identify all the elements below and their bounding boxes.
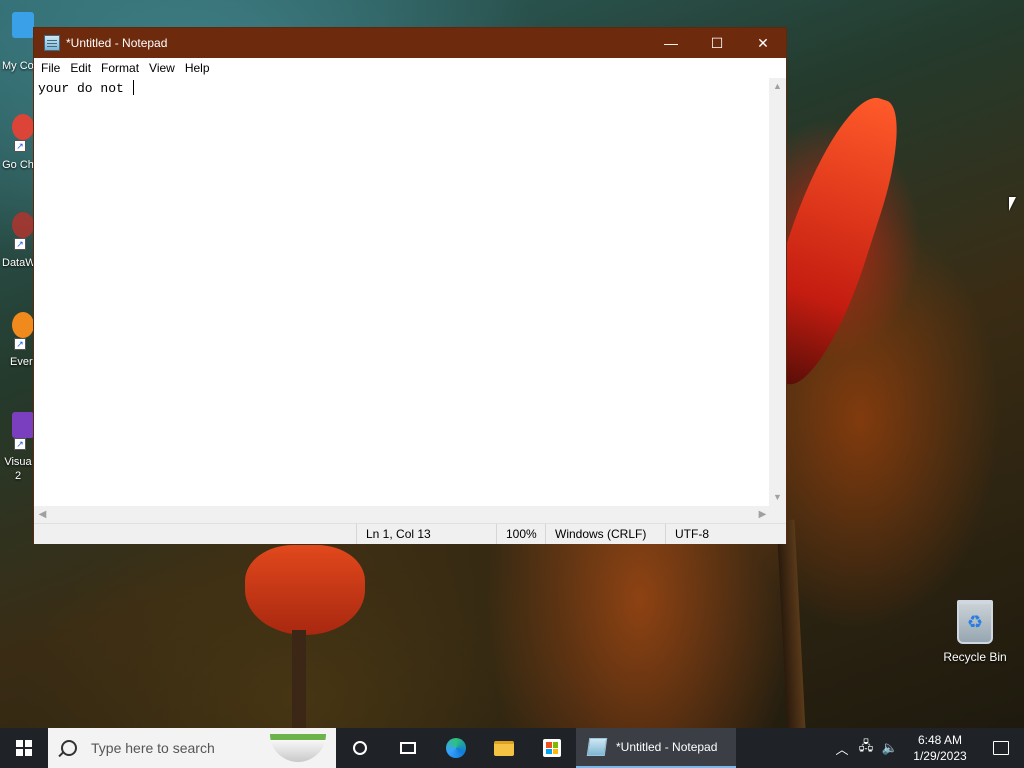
wallpaper-stem: [292, 630, 306, 728]
desktop-icon-label: Recycle Bin: [943, 650, 1007, 664]
taskbar-edge[interactable]: [432, 728, 480, 768]
desktop-icon-label: Go Ch: [2, 159, 34, 171]
menu-file[interactable]: File: [36, 61, 65, 75]
maximize-button[interactable]: ☐: [694, 28, 740, 58]
scrollbar-corner: [769, 506, 786, 523]
notepad-window: *Untitled - Notepad — ☐ ✕ File Edit Form…: [33, 27, 787, 544]
network-icon[interactable]: 🖧: [854, 737, 878, 759]
desktop-icon-label: My Co: [2, 60, 34, 72]
everything-icon: [12, 312, 34, 338]
edge-icon: [446, 738, 466, 758]
scroll-up-icon[interactable]: ▲: [769, 78, 786, 95]
chevron-up-icon[interactable]: ︿: [830, 739, 854, 758]
notification-icon: [993, 741, 1009, 755]
status-zoom: 100%: [496, 524, 546, 544]
status-line-ending: Windows (CRLF): [545, 524, 665, 544]
taskbar-search-box[interactable]: Type here to search: [48, 728, 336, 768]
notepad-icon[interactable]: [44, 35, 60, 51]
desktop-icon-datawrapper[interactable]: ↗ DataW: [0, 210, 36, 275]
wallpaper-tulip-small: [245, 545, 365, 635]
taskbar-notepad[interactable]: *Untitled - Notepad: [576, 728, 736, 768]
desktop-icon-everything[interactable]: ↗ Ever: [0, 310, 36, 375]
chrome-icon: [12, 114, 34, 140]
window-title: *Untitled - Notepad: [66, 36, 168, 50]
menu-view[interactable]: View: [144, 61, 180, 75]
start-button[interactable]: [0, 728, 48, 768]
mouse-cursor-icon: [1009, 197, 1016, 211]
search-icon: [61, 740, 77, 756]
computer-icon: [12, 12, 34, 38]
system-tray: ︿ 🖧 🔈 6:48 AM 1/29/2023: [830, 728, 1024, 768]
title-bar[interactable]: *Untitled - Notepad — ☐ ✕: [34, 28, 786, 58]
text-editor[interactable]: your do not: [34, 78, 771, 506]
status-cursor-position: Ln 1, Col 13: [356, 524, 496, 544]
visual-studio-icon: [12, 412, 34, 438]
clock[interactable]: 6:48 AM 1/29/2023: [902, 732, 978, 764]
search-highlight-icon[interactable]: [270, 734, 326, 762]
taskbar-store[interactable]: [528, 728, 576, 768]
close-button[interactable]: ✕: [740, 28, 786, 58]
scroll-left-icon[interactable]: ◀: [34, 506, 51, 523]
vertical-scrollbar[interactable]: ▲ ▼: [769, 78, 786, 506]
desktop-icon-visual-studio[interactable]: ↗ Visua 2: [0, 410, 36, 490]
minimize-button[interactable]: —: [648, 28, 694, 58]
clock-time: 6:48 AM: [917, 733, 963, 747]
desktop-icon-label: Visua 2: [4, 456, 32, 482]
taskbar-app-label: *Untitled - Notepad: [616, 740, 718, 754]
shortcut-arrow-icon: ↗: [14, 438, 26, 450]
cortana-button[interactable]: [336, 728, 384, 768]
editor-text: your do not: [38, 81, 132, 96]
datawrapper-icon: [12, 212, 34, 238]
taskbar-file-explorer[interactable]: [480, 728, 528, 768]
status-encoding: UTF-8: [665, 524, 786, 544]
clock-date: 1/29/2023: [913, 749, 967, 763]
wallpaper-stem: [776, 519, 806, 728]
status-bar: Ln 1, Col 13 100% Windows (CRLF) UTF-8: [34, 523, 786, 544]
notification-button[interactable]: [978, 728, 1024, 768]
text-caret: [132, 80, 134, 95]
menu-format[interactable]: Format: [96, 61, 144, 75]
shortcut-arrow-icon: ↗: [14, 338, 26, 350]
task-view-icon: [400, 742, 416, 754]
scroll-down-icon[interactable]: ▼: [769, 489, 786, 506]
shortcut-arrow-icon: ↗: [14, 238, 26, 250]
shortcut-arrow-icon: ↗: [14, 140, 26, 152]
task-view-button[interactable]: [384, 728, 432, 768]
recycle-bin-icon: [957, 600, 993, 644]
taskbar: Type here to search *Untitled - Notepad …: [0, 728, 1024, 768]
windows-logo-icon: [16, 740, 32, 756]
folder-icon: [494, 740, 514, 756]
volume-icon[interactable]: 🔈: [878, 740, 902, 756]
menu-help[interactable]: Help: [180, 61, 215, 75]
desktop-icon-my-computer[interactable]: My Co: [0, 10, 36, 80]
desktop-icon-chrome[interactable]: ↗ Go Ch: [0, 110, 36, 190]
window-controls: — ☐ ✕: [648, 28, 786, 58]
store-icon: [543, 739, 561, 757]
cortana-icon: [353, 741, 367, 755]
menu-edit[interactable]: Edit: [65, 61, 96, 75]
desktop-icon-label: DataW: [2, 257, 36, 269]
notepad-icon: [586, 738, 608, 756]
menu-bar: File Edit Format View Help: [34, 58, 786, 78]
horizontal-scrollbar[interactable]: ◀ ▶: [34, 506, 771, 523]
desktop-icon-label: Ever: [10, 356, 33, 368]
search-placeholder: Type here to search: [91, 740, 215, 756]
desktop-icon-recycle-bin[interactable]: Recycle Bin: [940, 600, 1010, 664]
